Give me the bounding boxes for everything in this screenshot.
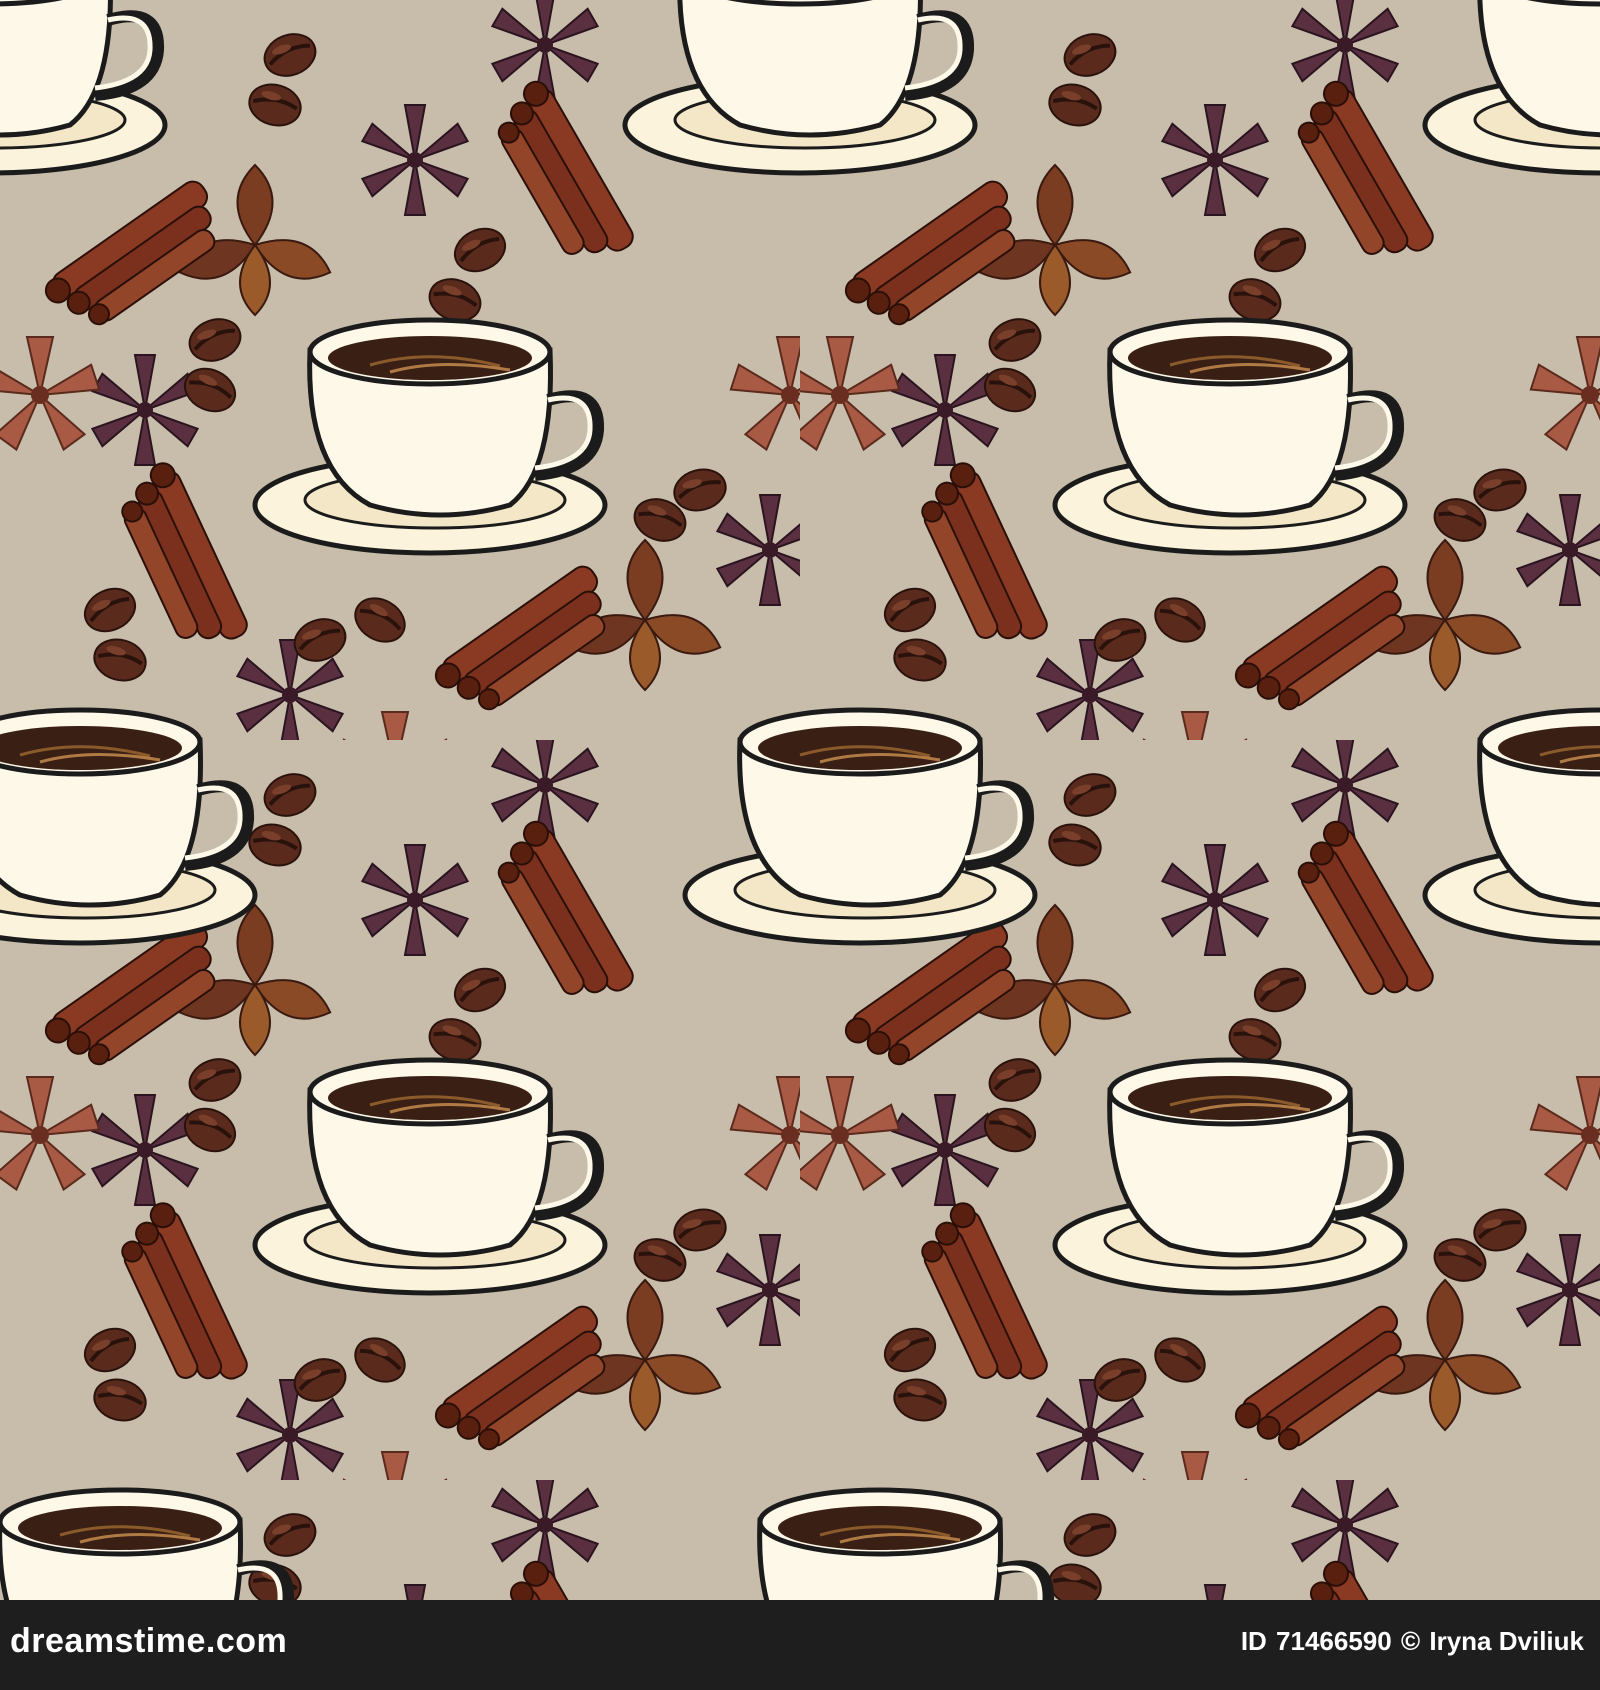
coffee-spice-pattern [0,0,1600,1600]
id-number: 71466590 [1276,1626,1392,1656]
image-credit: ID 71466590 © Iryna Dviliuk [1239,1626,1584,1657]
stock-image-page: dreamstime.com ID 71466590 © Iryna Dvili… [0,0,1600,1690]
author-name: Iryna Dviliuk [1429,1626,1584,1656]
id-label: ID [1240,1626,1267,1656]
copyright-symbol: © [1400,1626,1421,1656]
image-credit-bar: dreamstime.com ID 71466590 © Iryna Dvili… [0,1600,1600,1690]
brand-watermark: dreamstime.com [10,1622,288,1660]
